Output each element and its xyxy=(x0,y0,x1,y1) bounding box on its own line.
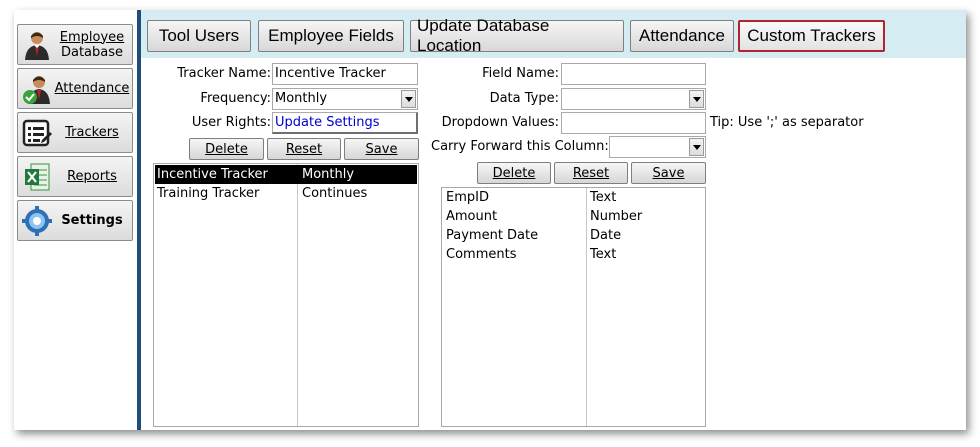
tab-custom-trackers[interactable]: Custom Trackers xyxy=(738,20,885,52)
carry-forward-select[interactable] xyxy=(609,136,706,158)
frequency-select[interactable]: Monthly xyxy=(272,88,418,110)
field-delete-button[interactable]: Delete xyxy=(477,162,551,184)
frequency-value: Monthly xyxy=(275,91,328,106)
dropdown-values-label: Dropdown Values: xyxy=(441,115,559,130)
dropdown-values-input[interactable] xyxy=(561,112,706,134)
user-rights-field[interactable]: Update Settings xyxy=(272,112,418,134)
trackers-icon xyxy=(22,117,52,149)
nav-employee-database-label: Employee Database xyxy=(59,29,125,60)
nav-attendance-button[interactable]: Attendance xyxy=(17,68,133,109)
frequency-label: Frequency: xyxy=(200,91,271,106)
tracker-list-cell-frequency: Monthly xyxy=(302,167,355,182)
app-window: Employee Database Attendance Trackers Re… xyxy=(14,10,966,430)
tab-tool-users[interactable]: Tool Users xyxy=(147,20,251,52)
nav-trackers-button[interactable]: Trackers xyxy=(17,112,133,153)
field-list-cell-type: Text xyxy=(590,247,617,262)
field-reset-button[interactable]: Reset xyxy=(554,162,628,184)
field-list-cell-field: Comments xyxy=(446,247,517,262)
nav-settings-button[interactable]: Settings xyxy=(17,200,133,241)
field-list-cell-field: Amount xyxy=(446,209,498,224)
field-save-label: Save xyxy=(652,165,685,181)
reports-icon xyxy=(22,161,52,193)
field-list-cell-type: Text xyxy=(590,190,617,205)
field-name-label: Field Name: xyxy=(482,66,559,81)
field-list-row[interactable]: Amount Number xyxy=(443,207,704,226)
tracker-list[interactable]: Incentive Tracker Monthly Training Track… xyxy=(153,163,419,427)
employee-icon xyxy=(22,29,52,61)
field-save-button[interactable]: Save xyxy=(631,162,706,184)
field-list-row[interactable]: Comments Text xyxy=(443,245,704,264)
tab-employee-fields[interactable]: Employee Fields xyxy=(258,20,404,52)
tracker-save-button[interactable]: Save xyxy=(344,138,419,160)
chevron-down-icon[interactable] xyxy=(401,90,416,108)
tracker-reset-button[interactable]: Reset xyxy=(267,138,341,160)
nav-employee-database-button[interactable]: Employee Database xyxy=(17,24,133,65)
user-rights-label: User Rights: xyxy=(191,115,271,130)
tracker-list-cell-frequency: Continues xyxy=(302,186,368,201)
field-list-cell-type: Date xyxy=(590,228,622,243)
nav-attendance-label: Attendance xyxy=(54,81,130,96)
chevron-down-icon[interactable] xyxy=(689,138,704,156)
tracker-name-input[interactable]: Incentive Tracker xyxy=(272,63,418,85)
nav-reports-label: Reports xyxy=(67,169,117,184)
field-name-input[interactable] xyxy=(561,63,706,85)
tracker-list-cell-name: Training Tracker xyxy=(157,186,260,201)
field-list-row[interactable]: Payment Date Date xyxy=(443,226,704,245)
chevron-down-icon[interactable] xyxy=(689,90,704,108)
tracker-delete-button[interactable]: Delete xyxy=(189,138,264,160)
separator-tip: Tip: Use ';' as separator xyxy=(710,115,864,130)
nav-settings-label: Settings xyxy=(61,213,123,228)
user-rights-link[interactable]: Update Settings xyxy=(275,115,380,130)
tracker-save-label: Save xyxy=(365,141,398,157)
field-list-cell-field: Payment Date xyxy=(446,228,539,243)
tab-update-database-location[interactable]: Update Database Location xyxy=(410,16,624,55)
field-list[interactable]: EmpID Text Amount Number Payment Date Da… xyxy=(441,187,706,427)
data-type-select[interactable] xyxy=(561,88,706,110)
attendance-icon xyxy=(22,73,52,105)
data-type-label: Data Type: xyxy=(489,91,559,106)
tab-attendance[interactable]: Attendance xyxy=(630,20,734,52)
field-reset-label: Reset xyxy=(572,165,610,181)
tracker-list-cell-name: Incentive Tracker xyxy=(157,167,268,182)
tracker-list-row[interactable]: Incentive Tracker Monthly xyxy=(155,165,417,184)
tracker-list-row[interactable]: Training Tracker Continues xyxy=(155,184,417,203)
field-list-cell-type: Number xyxy=(590,209,643,224)
tracker-reset-label: Reset xyxy=(285,141,323,157)
nav-trackers-label: Trackers xyxy=(65,125,119,140)
field-list-row[interactable]: EmpID Text xyxy=(443,188,704,207)
carry-forward-label: Carry Forward this Column: xyxy=(431,139,609,154)
tracker-name-label: Tracker Name: xyxy=(177,66,271,81)
tab-strip: Tool Users Employee Fields Update Databa… xyxy=(141,10,966,58)
settings-icon xyxy=(22,205,52,237)
field-delete-label: Delete xyxy=(492,165,536,181)
nav-reports-button[interactable]: Reports xyxy=(17,156,133,197)
field-list-cell-field: EmpID xyxy=(446,190,489,205)
tracker-list-column-divider xyxy=(297,164,298,426)
tracker-delete-label: Delete xyxy=(205,141,248,157)
left-nav: Employee Database Attendance Trackers Re… xyxy=(14,10,137,430)
custom-trackers-panel: Tracker Name: Incentive Tracker Frequenc… xyxy=(141,58,966,430)
